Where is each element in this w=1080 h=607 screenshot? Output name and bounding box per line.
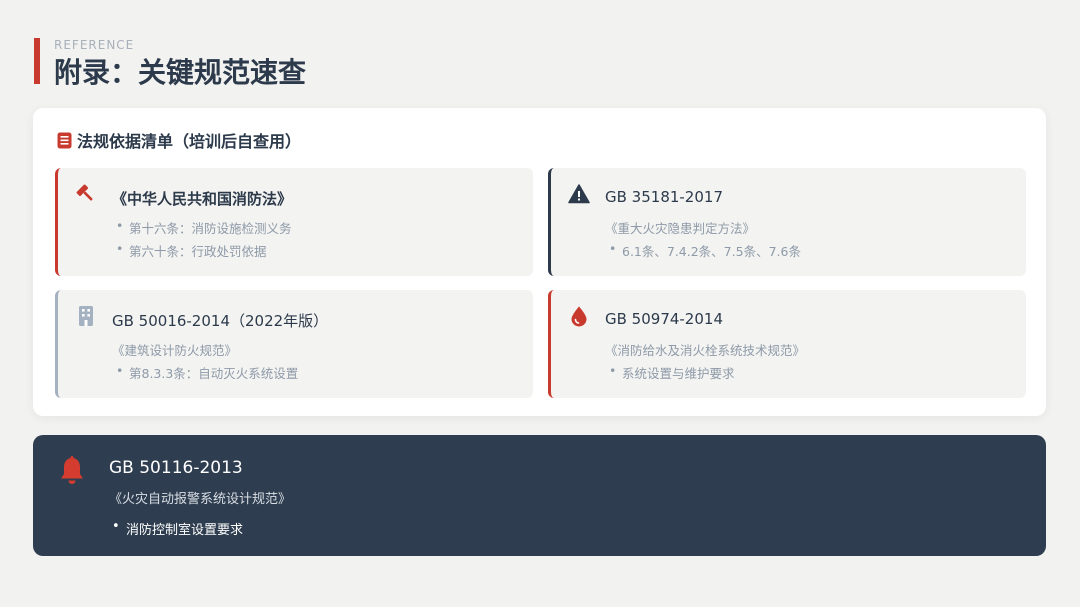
warning-icon xyxy=(568,184,590,204)
highlight-title: GB 50116-2013 xyxy=(109,458,243,478)
regulations-panel: 法规依据清单（培训后自查用） 《中华人民共和国消防法》 第十六条：消防设施检测义… xyxy=(33,108,1046,416)
card-title: GB 50016-2014（2022年版） xyxy=(112,312,329,330)
bell-icon xyxy=(61,456,83,484)
card-title: GB 50974-2014 xyxy=(605,310,723,328)
highlight-bullet: 消防控制室设置要求 xyxy=(112,519,243,538)
panel-header: 法规依据清单（培训后自查用） xyxy=(57,130,302,151)
card-title: GB 35181-2017 xyxy=(605,188,723,206)
page-title: 附录：关键规范速查 xyxy=(54,56,307,89)
regulation-card-gb35181[interactable]: GB 35181-2017 《重大火灾隐患判定方法》 6.1条、7.4.2条、7… xyxy=(548,168,1026,276)
highlight-subtitle: 《火灾自动报警系统设计规范》 xyxy=(109,492,292,507)
regulation-card-fire-law[interactable]: 《中华人民共和国消防法》 第十六条：消防设施检测义务 第六十条：行政处罚依据 xyxy=(55,168,533,276)
card-bullet: 第十六条：消防设施检测义务 xyxy=(116,218,292,237)
card-subtitle: 《建筑设计防火规范》 xyxy=(112,343,238,358)
book-icon xyxy=(57,132,72,148)
water-drop-icon xyxy=(571,306,587,327)
highlight-card-gb50116[interactable]: GB 50116-2013 《火灾自动报警系统设计规范》 消防控制室设置要求 xyxy=(33,435,1046,556)
card-bullet: 第8.3.3条：自动灭火系统设置 xyxy=(116,363,298,382)
regulation-card-gb50974[interactable]: GB 50974-2014 《消防给水及消火栓系统技术规范》 系统设置与维护要求 xyxy=(548,290,1026,398)
eyebrow-label: REFERENCE xyxy=(54,38,135,52)
building-icon xyxy=(79,306,93,326)
card-subtitle: 《消防给水及消火栓系统技术规范》 xyxy=(605,343,806,358)
regulation-card-gb50016[interactable]: GB 50016-2014（2022年版） 《建筑设计防火规范》 第8.3.3条… xyxy=(55,290,533,398)
card-bullet: 第六十条：行政处罚依据 xyxy=(116,241,267,260)
card-title: 《中华人民共和国消防法》 xyxy=(112,190,293,208)
header-accent-bar xyxy=(34,38,40,84)
card-bullet: 系统设置与维护要求 xyxy=(609,363,735,382)
panel-title: 法规依据清单（培训后自查用） xyxy=(77,132,302,151)
card-bullet: 6.1条、7.4.2条、7.5条、7.6条 xyxy=(609,241,801,260)
card-subtitle: 《重大火灾隐患判定方法》 xyxy=(605,221,756,236)
gavel-icon xyxy=(76,184,93,201)
